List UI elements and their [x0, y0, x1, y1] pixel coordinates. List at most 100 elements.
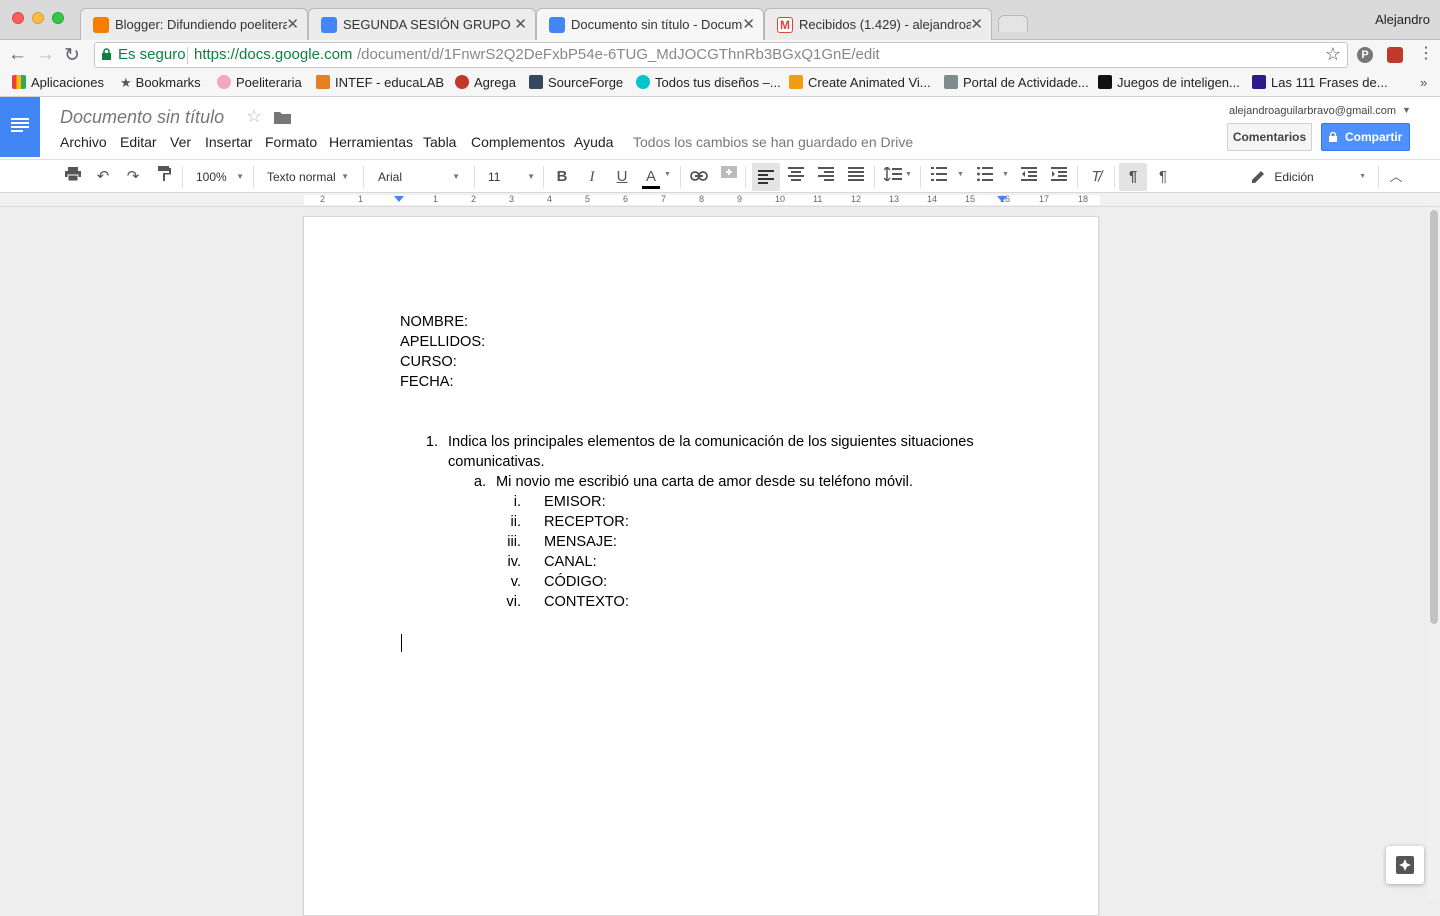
star-bookmark-icon[interactable]: ☆ — [1325, 44, 1341, 65]
close-window-button[interactable] — [12, 12, 24, 24]
bookmark-goanimate[interactable]: Create Animated Vi... — [789, 75, 931, 90]
menu-herramientas[interactable]: Herramientas — [329, 134, 413, 150]
maximize-window-button[interactable] — [52, 12, 64, 24]
menu-complementos[interactable]: Complementos — [471, 134, 565, 150]
text-color-icon[interactable]: A — [641, 166, 661, 189]
justify-icon[interactable] — [846, 166, 866, 188]
close-tab-icon[interactable]: ✕ — [286, 15, 299, 33]
menu-dots-icon[interactable]: ⋮ — [1418, 43, 1434, 63]
numbered-list-icon[interactable] — [929, 166, 949, 188]
zoom-dropdown[interactable]: 100% ▼ — [196, 166, 244, 188]
profile-name[interactable]: Alejandro — [1375, 12, 1430, 27]
menu-formato[interactable]: Formato — [265, 134, 317, 150]
bookmark-canva[interactable]: Todos tus diseños –... — [636, 75, 781, 90]
ruler-number: 5 — [585, 194, 591, 204]
print-icon[interactable] — [63, 166, 83, 188]
paint-format-icon[interactable] — [154, 166, 174, 188]
clear-formatting-icon[interactable]: T̸ — [1086, 166, 1106, 188]
save-status[interactable]: Todos los cambios se han guardado en Dri… — [633, 134, 913, 150]
comments-button[interactable]: Comentarios — [1227, 123, 1312, 151]
add-comment-icon[interactable] — [719, 166, 739, 188]
increase-indent-icon[interactable] — [1049, 166, 1069, 188]
bookmark-apps[interactable]: Aplicaciones — [12, 75, 104, 90]
reload-icon[interactable]: ↻ — [64, 44, 80, 67]
format-toolbar: ↶ ↷ 100% ▼ Texto normal ▼ Arial ▼ 11 ▼ B I U… — [0, 159, 1440, 193]
menu-archivo[interactable]: Archivo — [60, 134, 107, 150]
browser-tab-segunda-sesion[interactable]: SEGUNDA SESIÓN GRUPO DE ✕ — [308, 8, 536, 40]
left-indent-marker-icon[interactable] — [394, 196, 404, 202]
bookmark-frases[interactable]: Las 111 Frases de... — [1252, 75, 1388, 90]
underline-icon[interactable]: U — [612, 166, 632, 188]
dropdown-caret-icon: ▼ — [452, 172, 460, 181]
right-indent-marker-icon[interactable] — [997, 196, 1007, 202]
element-field: RECEPTOR: — [544, 514, 629, 530]
bulleted-list-icon[interactable] — [975, 166, 995, 188]
bookmark-bookmarks[interactable]: ★ Bookmarks — [120, 75, 201, 91]
edit-mode-dropdown[interactable]: Edición ▼ — [1252, 166, 1370, 188]
menu-ayuda[interactable]: Ayuda — [574, 134, 613, 150]
bookmark-poeliteraria[interactable]: Poeliteraria — [217, 75, 302, 90]
toolbar-separator — [1378, 166, 1379, 188]
address-bar[interactable]: Es seguro https://docs.google.com /docum… — [94, 42, 1348, 68]
bookmark-juegos[interactable]: Juegos de inteligen... — [1098, 75, 1240, 90]
new-tab-button[interactable] — [998, 15, 1028, 32]
explore-button[interactable] — [1386, 846, 1424, 884]
menu-insertar[interactable]: Insertar — [205, 134, 252, 150]
back-arrow-icon[interactable]: ← — [8, 44, 27, 66]
forward-arrow-icon[interactable]: → — [36, 44, 55, 66]
document-page[interactable]: NOMBRE: APELLIDOS: CURSO: FECHA: 1. Indi… — [303, 216, 1099, 916]
tab-title: Recibidos (1.429) - alejandroaguilarbrav… — [799, 17, 971, 32]
toolbar-separator — [543, 166, 544, 188]
menu-editar[interactable]: Editar — [120, 134, 157, 150]
browser-tab-gmail[interactable]: M Recibidos (1.429) - alejandroaguilarbr… — [764, 8, 992, 40]
extension-icon[interactable] — [1387, 47, 1403, 63]
more-bookmarks-icon[interactable]: » — [1420, 75, 1427, 90]
scrollbar-thumb[interactable] — [1430, 210, 1438, 624]
line-spacing-icon[interactable] — [882, 165, 904, 188]
bookmark-agrega[interactable]: Agrega — [455, 75, 516, 90]
share-button[interactable]: Compartir — [1321, 123, 1410, 151]
minimize-window-button[interactable] — [32, 12, 44, 24]
bold-icon[interactable]: B — [552, 166, 572, 188]
document-title[interactable]: Documento sin título — [60, 107, 224, 128]
menu-ver[interactable]: Ver — [170, 134, 191, 150]
dropdown-caret-icon: ▼ — [341, 172, 349, 181]
paragraph-style-dropdown[interactable]: Texto normal ▼ — [267, 166, 349, 188]
dropdown-caret-icon[interactable]: ▼ — [957, 171, 964, 178]
browser-tab-blogger[interactable]: Blogger: Difundiendo poeliteraria ✕ — [80, 8, 308, 40]
dropdown-caret-icon[interactable]: ▼ — [1002, 171, 1009, 178]
account-dropdown-icon[interactable]: ▼ — [1402, 105, 1411, 115]
font-dropdown[interactable]: Arial ▼ — [378, 166, 460, 188]
close-tab-icon[interactable]: ✕ — [514, 15, 527, 33]
decrease-indent-icon[interactable] — [1019, 166, 1039, 188]
secure-label: Es seguro — [118, 46, 186, 63]
redo-icon[interactable]: ↷ — [123, 166, 143, 188]
browser-tab-documento[interactable]: Documento sin título - Documentos ✕ — [536, 8, 764, 41]
font-size-dropdown[interactable]: 11 ▼ — [488, 166, 535, 188]
toolbar-separator — [182, 166, 183, 188]
bookmark-sourceforge[interactable]: SourceForge — [529, 75, 623, 90]
rtl-pilcrow-icon[interactable]: ¶ — [1153, 166, 1173, 188]
element-field: CÓDIGO: — [544, 574, 608, 590]
align-left-icon[interactable] — [752, 163, 780, 191]
menu-tabla[interactable]: Tabla — [423, 134, 456, 150]
italic-icon[interactable]: I — [582, 166, 602, 188]
align-right-icon[interactable] — [816, 166, 836, 188]
dropdown-caret-icon[interactable]: ▼ — [664, 171, 671, 178]
close-tab-icon[interactable]: ✕ — [742, 15, 755, 33]
ltr-pilcrow-icon[interactable]: ¶ — [1119, 163, 1147, 191]
folder-icon[interactable] — [274, 111, 291, 129]
undo-icon[interactable]: ↶ — [93, 166, 113, 188]
align-center-icon[interactable] — [786, 166, 806, 188]
bookmark-intef[interactable]: INTEF - educaLAB — [316, 75, 444, 90]
pinterest-icon[interactable]: P — [1357, 47, 1373, 63]
dropdown-caret-icon[interactable]: ▼ — [905, 171, 912, 178]
star-icon[interactable]: ☆ — [246, 106, 262, 127]
collapse-chevron-icon[interactable]: ︿ — [1386, 166, 1406, 188]
ruler-number: 2 — [320, 194, 326, 204]
docs-home-button[interactable] — [0, 97, 40, 157]
insert-link-icon[interactable] — [688, 166, 710, 188]
account-email[interactable]: alejandroaguilarbravo@gmail.com — [1229, 105, 1396, 117]
bookmark-portal[interactable]: Portal de Actividade... — [944, 75, 1089, 90]
close-tab-icon[interactable]: ✕ — [970, 15, 983, 33]
